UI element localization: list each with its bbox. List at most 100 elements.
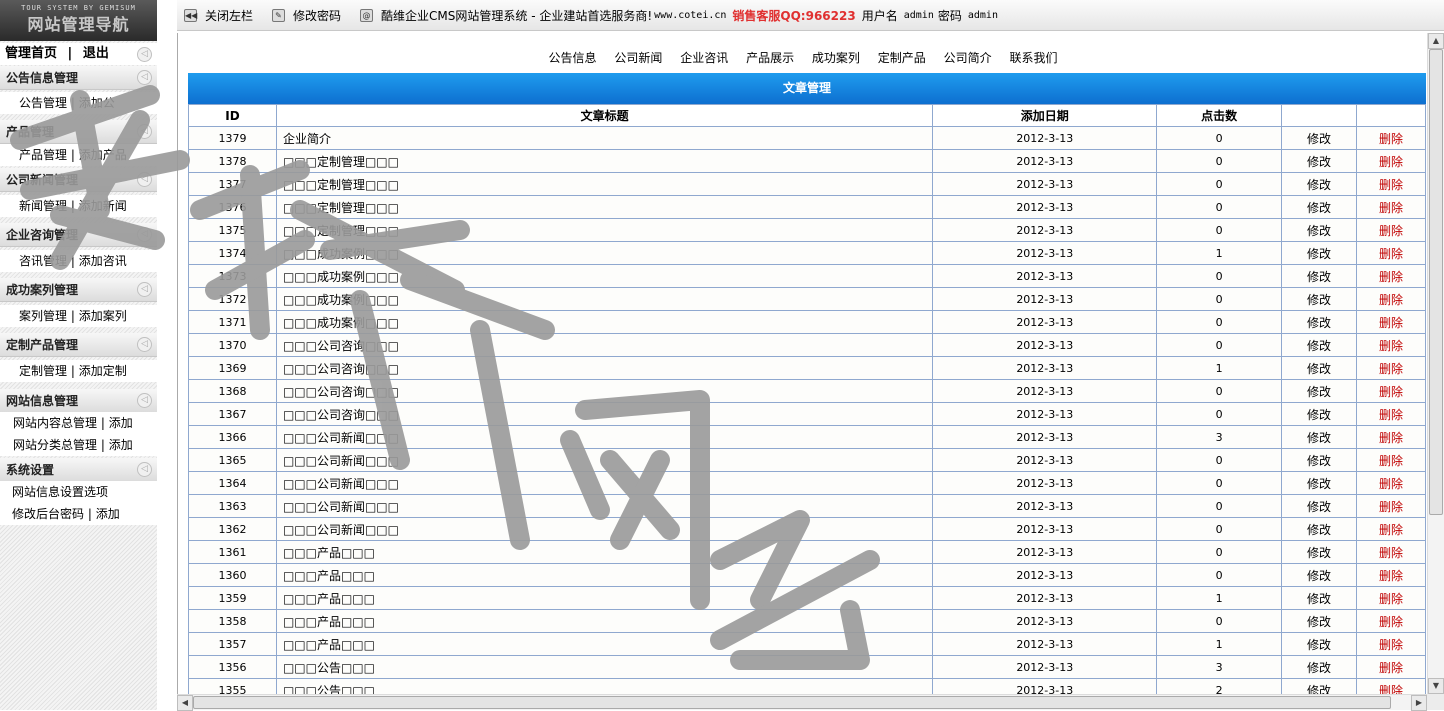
- edit-link[interactable]: 修改: [1281, 425, 1358, 449]
- collapse-icon[interactable]: ◁: [137, 70, 152, 85]
- nav-consult[interactable]: 企业咨讯: [680, 51, 728, 65]
- delete-link[interactable]: 删除: [1356, 356, 1426, 380]
- edit-link[interactable]: 修改: [1281, 172, 1358, 196]
- site-content-add-link[interactable]: 添加: [109, 416, 133, 430]
- edit-link[interactable]: 修改: [1281, 195, 1358, 219]
- edit-link[interactable]: 修改: [1281, 149, 1358, 173]
- edit-link[interactable]: 修改: [1281, 471, 1358, 495]
- scroll-down-arrow-icon[interactable]: ▼: [1428, 678, 1444, 694]
- consult-add-link[interactable]: 添加咨讯: [79, 254, 127, 268]
- edit-link[interactable]: 修改: [1281, 494, 1358, 518]
- collapse-icon[interactable]: ◁: [137, 393, 152, 408]
- change-password-button[interactable]: ✎ 修改密码: [272, 7, 341, 24]
- edit-link[interactable]: 修改: [1281, 678, 1358, 694]
- edit-link[interactable]: 修改: [1281, 402, 1358, 426]
- scroll-left-arrow-icon[interactable]: ◀: [177, 695, 193, 711]
- admin-home-link[interactable]: 管理首页: [5, 46, 57, 61]
- edit-link[interactable]: 修改: [1281, 241, 1358, 265]
- edit-link[interactable]: 修改: [1281, 310, 1358, 334]
- delete-link[interactable]: 删除: [1356, 310, 1426, 334]
- cases-add-link[interactable]: 添加案列: [79, 309, 127, 323]
- delete-link[interactable]: 删除: [1356, 540, 1426, 564]
- edit-link[interactable]: 修改: [1281, 333, 1358, 357]
- delete-link[interactable]: 删除: [1356, 494, 1426, 518]
- delete-link[interactable]: 删除: [1356, 195, 1426, 219]
- delete-link[interactable]: 删除: [1356, 632, 1426, 656]
- edit-link[interactable]: 修改: [1281, 287, 1358, 311]
- nav-contact[interactable]: 联系我们: [1009, 51, 1057, 65]
- delete-link[interactable]: 删除: [1356, 218, 1426, 242]
- site-category-add-link[interactable]: 添加: [109, 438, 133, 452]
- delete-link[interactable]: 删除: [1356, 402, 1426, 426]
- edit-link[interactable]: 修改: [1281, 264, 1358, 288]
- edit-link[interactable]: 修改: [1281, 540, 1358, 564]
- news-manage-link[interactable]: 新闻管理: [19, 199, 67, 213]
- edit-link[interactable]: 修改: [1281, 517, 1358, 541]
- section-header-notice[interactable]: 公告信息管理 ◁: [0, 66, 157, 90]
- edit-link[interactable]: 修改: [1281, 655, 1358, 679]
- change-admin-password-link[interactable]: 修改后台密码: [12, 507, 84, 521]
- delete-link[interactable]: 删除: [1356, 655, 1426, 679]
- section-header-cases[interactable]: 成功案列管理 ◁: [0, 278, 157, 302]
- delete-link[interactable]: 删除: [1356, 241, 1426, 265]
- edit-link[interactable]: 修改: [1281, 379, 1358, 403]
- section-header-siteinfo[interactable]: 网站信息管理 ◁: [0, 389, 157, 413]
- delete-link[interactable]: 删除: [1356, 126, 1426, 150]
- delete-link[interactable]: 删除: [1356, 517, 1426, 541]
- nav-cases[interactable]: 成功案列: [812, 51, 860, 65]
- delete-link[interactable]: 删除: [1356, 609, 1426, 633]
- edit-link[interactable]: 修改: [1281, 448, 1358, 472]
- delete-link[interactable]: 删除: [1356, 287, 1426, 311]
- product-manage-link[interactable]: 产品管理: [19, 148, 67, 162]
- edit-link[interactable]: 修改: [1281, 126, 1358, 150]
- vertical-scroll-thumb[interactable]: [1429, 49, 1443, 515]
- delete-link[interactable]: 删除: [1356, 471, 1426, 495]
- notice-manage-link[interactable]: 公告管理: [19, 96, 67, 110]
- nav-custom[interactable]: 定制产品: [878, 51, 926, 65]
- collapse-icon[interactable]: ◁: [137, 462, 152, 477]
- edit-link[interactable]: 修改: [1281, 356, 1358, 380]
- add-admin-link[interactable]: 添加: [96, 507, 120, 521]
- section-header-custom[interactable]: 定制产品管理 ◁: [0, 333, 157, 357]
- collapse-icon[interactable]: ◁: [137, 282, 152, 297]
- custom-add-link[interactable]: 添加定制: [79, 364, 127, 378]
- delete-link[interactable]: 删除: [1356, 448, 1426, 472]
- horizontal-scroll-thumb[interactable]: [193, 696, 1391, 709]
- delete-link[interactable]: 删除: [1356, 563, 1426, 587]
- site-content-manage-link[interactable]: 网站内容总管理: [13, 416, 97, 430]
- edit-link[interactable]: 修改: [1281, 609, 1358, 633]
- edit-link[interactable]: 修改: [1281, 563, 1358, 587]
- scroll-up-arrow-icon[interactable]: ▲: [1428, 33, 1444, 49]
- notice-add-link[interactable]: 添加公: [79, 96, 115, 110]
- logout-link[interactable]: 退出: [83, 46, 109, 61]
- delete-link[interactable]: 删除: [1356, 586, 1426, 610]
- collapse-icon[interactable]: ◁: [137, 227, 152, 242]
- site-url[interactable]: www.cotei.cn: [654, 10, 726, 21]
- section-header-system[interactable]: 系统设置 ◁: [0, 458, 157, 482]
- delete-link[interactable]: 删除: [1356, 333, 1426, 357]
- vertical-scrollbar[interactable]: ▲ ▼: [1427, 33, 1444, 694]
- scroll-right-arrow-icon[interactable]: ▶: [1411, 695, 1427, 711]
- delete-link[interactable]: 删除: [1356, 264, 1426, 288]
- site-category-manage-link[interactable]: 网站分类总管理: [13, 438, 97, 452]
- section-header-consult[interactable]: 企业咨询管理 ◁: [0, 223, 157, 247]
- news-add-link[interactable]: 添加新闻: [79, 199, 127, 213]
- section-header-news[interactable]: 公司新闻管理 ◁: [0, 168, 157, 192]
- delete-link[interactable]: 删除: [1356, 172, 1426, 196]
- section-header-product[interactable]: 产品管理 ◁: [0, 120, 157, 144]
- delete-link[interactable]: 删除: [1356, 425, 1426, 449]
- site-settings-link[interactable]: 网站信息设置选项: [12, 485, 108, 499]
- nav-notice[interactable]: 公告信息: [549, 51, 597, 65]
- horizontal-scrollbar[interactable]: ◀ ▶: [177, 694, 1427, 711]
- cases-manage-link[interactable]: 案列管理: [19, 309, 67, 323]
- delete-link[interactable]: 删除: [1356, 379, 1426, 403]
- nav-products[interactable]: 产品展示: [746, 51, 794, 65]
- delete-link[interactable]: 删除: [1356, 678, 1426, 694]
- custom-manage-link[interactable]: 定制管理: [19, 364, 67, 378]
- delete-link[interactable]: 删除: [1356, 149, 1426, 173]
- close-left-button[interactable]: ◀◀ 关闭左栏: [184, 7, 253, 24]
- consult-manage-link[interactable]: 咨讯管理: [19, 254, 67, 268]
- collapse-icon[interactable]: ◁: [137, 124, 152, 139]
- collapse-icon[interactable]: ◁: [137, 172, 152, 187]
- nav-about[interactable]: 公司简介: [944, 51, 992, 65]
